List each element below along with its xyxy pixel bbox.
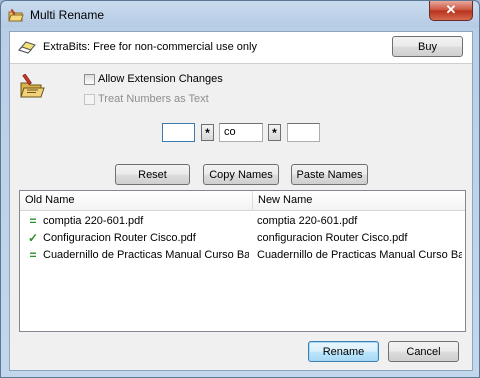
list-item[interactable]: = Cuadernillo de Practicas Manual Curso … <box>20 247 465 264</box>
cancel-button[interactable]: Cancel <box>388 341 459 362</box>
equal-icon: = <box>29 248 37 262</box>
window-title: Multi Rename <box>30 8 105 22</box>
new-name-cell: configuracion Router Cisco.pdf <box>257 232 408 244</box>
checkmark-icon: ✓ <box>27 231 39 245</box>
treat-numbers-as-text-checkbox[interactable] <box>84 94 95 105</box>
pattern-middle-input[interactable]: co <box>219 123 263 142</box>
extrabits-eraser-icon <box>18 41 36 54</box>
wildcard-button-1[interactable]: * <box>201 124 214 141</box>
license-banner: ExtraBits: Free for non-commercial use o… <box>10 32 472 64</box>
equal-icon: = <box>29 214 37 228</box>
old-name-cell: Configuracion Router Cisco.pdf <box>43 232 196 244</box>
new-name-cell: comptia 220-601.pdf <box>257 215 358 227</box>
multi-rename-window: Multi Rename ✕ ExtraBits: Free for non-c… <box>0 0 480 378</box>
new-name-cell: Cuadernillo de Practicas Manual Curso Ba… <box>257 249 462 261</box>
buy-button[interactable]: Buy <box>392 36 463 57</box>
rename-list[interactable]: Old Name New Name = comptia 220-601.pdf … <box>19 190 466 332</box>
old-name-cell: Cuadernillo de Practicas Manual Curso Ba… <box>43 249 249 261</box>
dialog-body: ExtraBits: Free for non-commercial use o… <box>9 31 473 371</box>
close-button[interactable]: ✕ <box>429 1 473 21</box>
allow-extension-changes-checkbox[interactable] <box>84 74 95 85</box>
old-name-cell: comptia 220-601.pdf <box>43 215 144 227</box>
allow-extension-changes-label: Allow Extension Changes <box>98 73 223 85</box>
pattern-suffix-input[interactable] <box>287 123 320 142</box>
column-header-old-name[interactable]: Old Name <box>20 191 252 211</box>
folder-rename-icon <box>20 74 45 98</box>
license-text: ExtraBits: Free for non-commercial use o… <box>43 41 257 53</box>
copy-names-button[interactable]: Copy Names <box>203 164 279 185</box>
pattern-prefix-input[interactable] <box>162 123 195 142</box>
wildcard-button-2[interactable]: * <box>268 124 281 141</box>
list-item[interactable]: = comptia 220-601.pdf comptia 220-601.pd… <box>20 213 465 230</box>
column-header-new-name[interactable]: New Name <box>253 191 465 211</box>
title-bar[interactable]: Multi Rename ✕ <box>1 1 479 29</box>
rename-button[interactable]: Rename <box>308 341 379 362</box>
paste-names-button[interactable]: Paste Names <box>291 164 368 185</box>
app-icon <box>8 8 24 22</box>
reset-button[interactable]: Reset <box>115 164 190 185</box>
treat-numbers-as-text-label: Treat Numbers as Text <box>98 93 209 105</box>
list-item[interactable]: ✓ Configuracion Router Cisco.pdf configu… <box>20 230 465 247</box>
